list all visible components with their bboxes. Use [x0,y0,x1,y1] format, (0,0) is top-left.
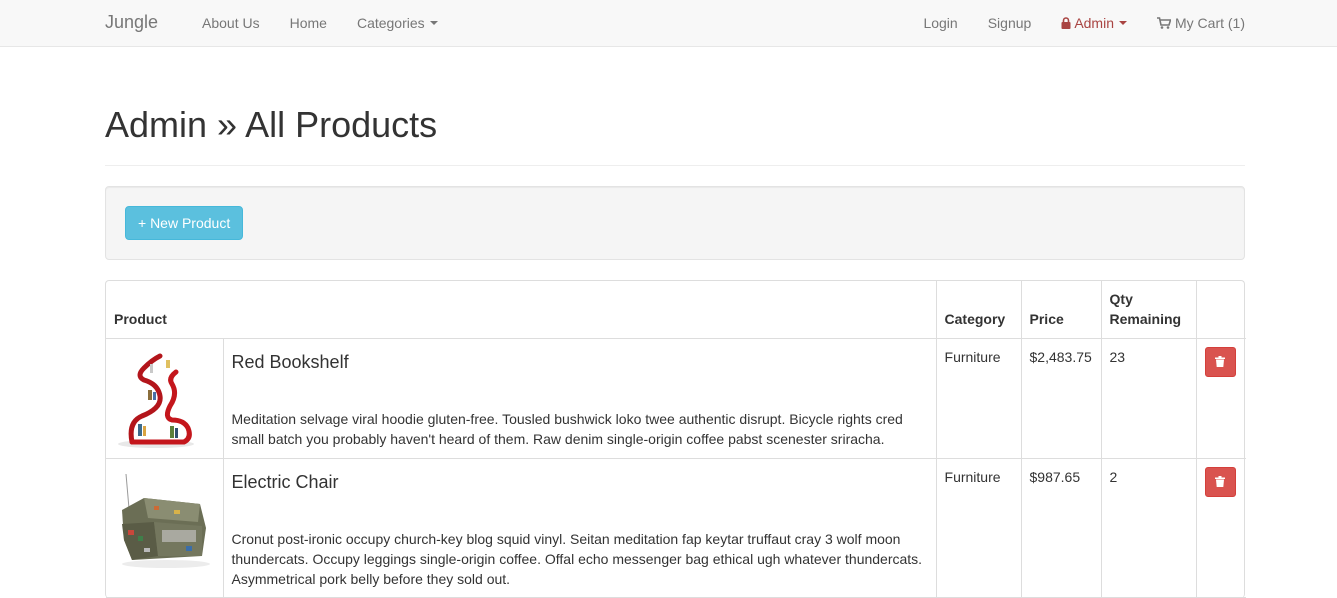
product-category: Furniture [935,458,1022,598]
product-name: Electric Chair [231,471,339,492]
product-image-cell [106,338,223,458]
nav-my-cart-label: My Cart (1) [1175,15,1245,31]
product-price: $987.65 [1020,458,1102,598]
header-product: Product [106,281,937,339]
product-qty: 2 [1100,458,1197,598]
page-header: Admin » All Products [105,95,1245,166]
delete-product-button[interactable] [1204,346,1236,377]
nav-home[interactable]: Home [275,0,342,46]
nav-about-us[interactable]: About Us [187,0,275,46]
nav-categories-label: Categories [356,15,425,31]
product-name: Red Bookshelf [231,351,349,372]
product-info-cell: Electric Chair Cronut post-ironic occupy… [222,458,937,598]
product-image-cell [106,458,223,598]
product-info-cell: Red Bookshelf Meditation selvage viral h… [222,338,937,458]
product-price: $2,483.75 [1020,338,1102,458]
red-bookshelf-image [118,353,194,448]
new-product-button[interactable]: + New Product [125,206,244,240]
delete-product-button[interactable] [1204,466,1236,497]
nav-right: Login Signup Admin My Cart (1) [908,0,1245,46]
lock-icon [1061,17,1071,29]
nav-signup[interactable]: Signup [973,0,1047,46]
trash-icon [1215,356,1226,367]
table-row: Red Bookshelf Meditation selvage viral h… [106,338,1247,458]
caret-down-icon [1119,21,1127,25]
header-qty-remaining: Qty Remaining [1100,281,1197,339]
caret-down-icon [429,21,438,25]
page-title: Admin » All Products [105,104,438,145]
table-row: Electric Chair Cronut post-ironic occupy… [106,458,1247,598]
nav-admin-dropdown[interactable]: Admin [1046,0,1142,46]
nav-left: About Us Home Categories [187,0,453,46]
nav-my-cart[interactable]: My Cart (1) [1142,0,1245,46]
product-category: Furniture [935,338,1022,458]
header-actions [1195,281,1247,339]
table-header-row: Product Category Price Qty Remaining [106,281,1247,339]
product-actions-cell [1195,458,1247,598]
shopping-cart-icon [1157,17,1171,29]
electric-chair-image [122,473,210,568]
products-table: Product Category Price Qty Remaining Red… [105,280,1247,598]
nav-login[interactable]: Login [908,0,972,46]
product-actions-cell [1195,338,1247,458]
nav-categories-dropdown[interactable]: Categories [342,0,453,46]
product-qty: 23 [1100,338,1197,458]
product-description: Meditation selvage viral hoodie gluten-f… [231,411,903,448]
product-description: Cronut post-ironic occupy church-key blo… [231,531,923,588]
brand-link[interactable]: Jungle [105,12,158,33]
top-navbar: Jungle About Us Home Categories Login Si… [0,0,1337,47]
trash-icon [1215,476,1226,487]
toolbar-well: + New Product [105,186,1245,260]
header-price: Price [1020,281,1102,339]
header-category: Category [935,281,1022,339]
nav-admin-label: Admin [1074,15,1114,31]
